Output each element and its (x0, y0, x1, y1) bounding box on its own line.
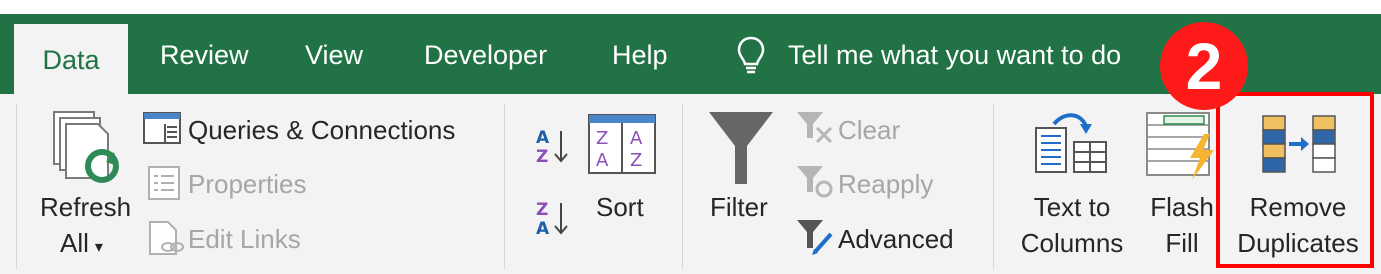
tell-me-text: Tell me what you want to do (788, 39, 1122, 70)
sort-a-to-z-button[interactable]: A Z (534, 126, 574, 167)
svg-text:Z: Z (536, 147, 548, 166)
title-strip (0, 0, 1381, 14)
tab-review[interactable]: Review (160, 38, 249, 72)
svg-text:A: A (630, 128, 643, 149)
lightbulb-icon (737, 36, 765, 74)
refresh-all-label: All ▾ (60, 228, 103, 258)
tab-help[interactable]: Help (612, 38, 668, 72)
sort-label: Sort (596, 192, 644, 222)
fill-label: Fill (1165, 228, 1199, 258)
reapply-label: Reapply (838, 169, 934, 199)
refresh-all-icon (53, 111, 119, 183)
group-separator (993, 104, 994, 269)
text-to-label: Text to (1033, 192, 1111, 222)
group-separator (16, 104, 17, 269)
properties-label: Properties (188, 169, 307, 199)
clear-label: Clear (838, 115, 901, 145)
svg-text:Z: Z (536, 200, 548, 220)
filter-label: Filter (710, 192, 768, 222)
svg-text:A: A (536, 128, 550, 148)
edit-links-label: Edit Links (188, 224, 301, 254)
sort-z-to-a-button[interactable]: Z A (534, 198, 574, 239)
tell-me-search[interactable]: Tell me what you want to do (736, 32, 1121, 78)
edit-links-icon (149, 221, 184, 255)
svg-text:A: A (596, 150, 609, 171)
svg-text:Z: Z (596, 128, 608, 149)
sort-dialog-icon: Z A A Z (588, 114, 656, 174)
group-separator (504, 104, 505, 269)
sort-ascending-icon: A Z (536, 128, 568, 167)
sort-descending-icon: Z A (536, 200, 568, 239)
properties-icon (148, 166, 180, 200)
advanced-filter-icon (797, 220, 833, 255)
tab-data[interactable]: Data (14, 24, 128, 96)
advanced-label: Advanced (838, 224, 954, 254)
refresh-label: Refresh (40, 192, 132, 222)
queries-connections-icon (143, 112, 181, 144)
group-separator (682, 104, 683, 269)
clear-filter-icon (797, 112, 833, 144)
svg-text:A: A (536, 219, 550, 238)
queries-connections-label: Queries & Connections (188, 115, 456, 145)
filter-funnel-icon (709, 112, 773, 184)
highlight-box (1216, 92, 1374, 268)
svg-text:Z: Z (630, 150, 642, 171)
flash-label: Flash (1150, 192, 1214, 222)
reapply-filter-icon (797, 166, 833, 198)
flash-fill-icon (1146, 112, 1214, 180)
text-to-columns-icon (1035, 113, 1107, 173)
dropdown-caret-icon: ▾ (94, 239, 103, 256)
step-number-badge: 2 (1160, 22, 1248, 110)
tab-developer[interactable]: Developer (424, 38, 547, 72)
tab-view[interactable]: View (305, 38, 363, 72)
columns-label: Columns (1020, 228, 1124, 258)
